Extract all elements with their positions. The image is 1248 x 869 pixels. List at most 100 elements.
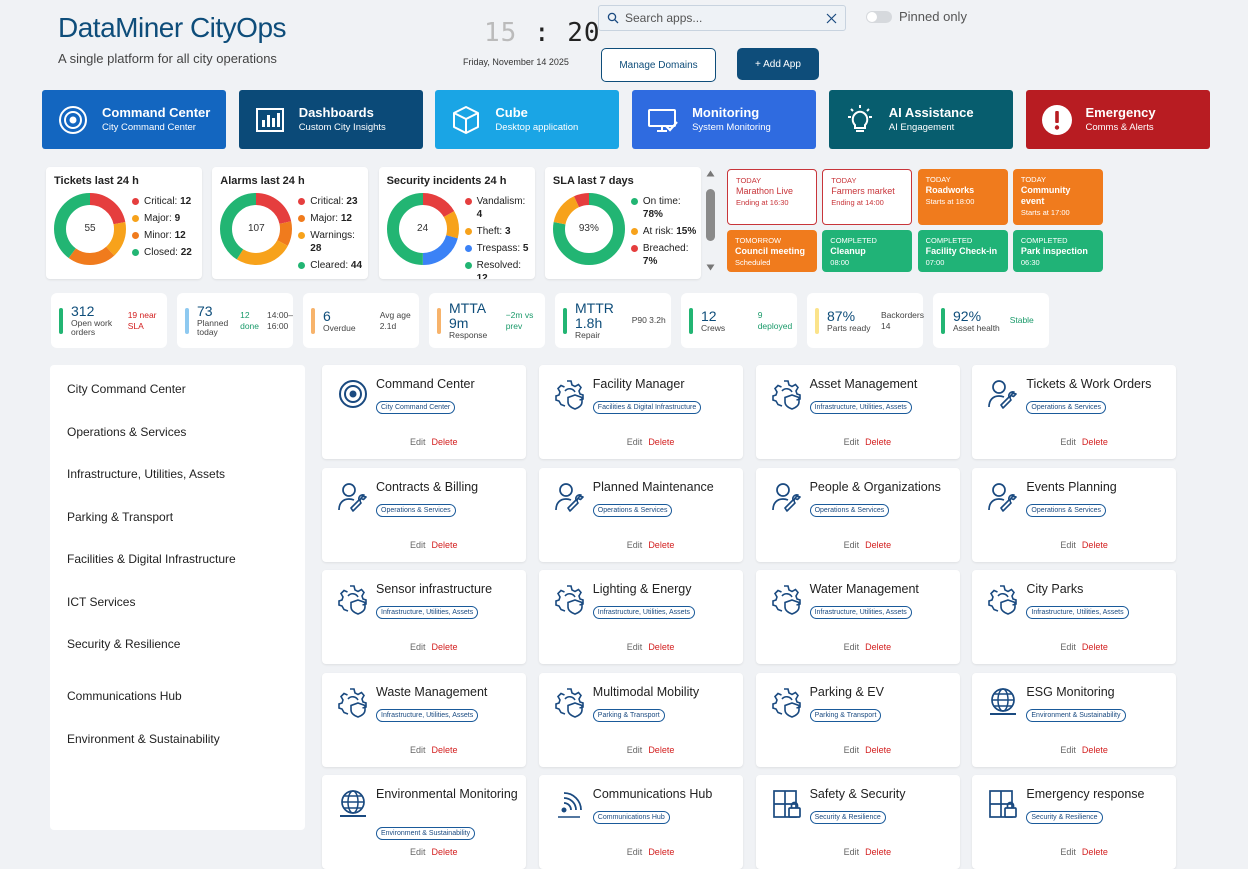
event-card[interactable]: TODAY Farmers market Ending at 14:00 xyxy=(822,169,913,225)
manage-domains-button[interactable]: Manage Domains xyxy=(601,48,716,82)
app-card[interactable]: Events Planning Operations & Services Edit… xyxy=(972,467,1177,562)
event-card[interactable]: TOMORROW Council meeting Scheduled xyxy=(727,230,817,272)
sidebar-item[interactable]: ICT Services xyxy=(67,595,135,609)
delete-button[interactable]: Delete xyxy=(648,847,674,857)
app-card[interactable]: Facility Manager Facilities & Digital Inf… xyxy=(538,365,743,459)
delete-button[interactable]: Delete xyxy=(648,745,674,755)
delete-button[interactable]: Delete xyxy=(432,642,458,652)
stat-extra: Backorders 14 xyxy=(881,309,924,331)
edit-button[interactable]: Edit xyxy=(627,847,643,857)
event-card[interactable]: COMPLETED Facility Check-in 07:00 xyxy=(917,230,1008,272)
app-card[interactable]: Communications Hub Communications Hub Edit… xyxy=(538,775,743,869)
app-card[interactable]: Asset Management Infrastructure, Utilitie… xyxy=(755,365,960,459)
app-actions: Edit Delete xyxy=(844,540,892,550)
edit-button[interactable]: Edit xyxy=(844,642,860,652)
edit-button[interactable]: Edit xyxy=(1060,540,1076,550)
pinned-only-toggle[interactable] xyxy=(866,11,892,23)
app-tag-wrap: Communications Hub xyxy=(592,806,670,824)
app-domain-tag: Security & Resilience xyxy=(1026,811,1103,824)
tile-ai-assistance[interactable]: AI Assistance AI Engagement xyxy=(828,90,1013,149)
edit-button[interactable]: Edit xyxy=(410,745,426,755)
tile-command-center[interactable]: Command Center City Command Center xyxy=(42,90,226,149)
scroll-up-icon[interactable] xyxy=(706,170,715,177)
delete-button[interactable]: Delete xyxy=(1082,437,1108,447)
edit-button[interactable]: Edit xyxy=(844,540,860,550)
edit-button[interactable]: Edit xyxy=(844,847,860,857)
app-card[interactable]: City Parks Infrastructure, Utilities, Ass… xyxy=(972,570,1177,664)
app-card[interactable]: Sensor infrastructure Infrastructure, Uti… xyxy=(322,570,526,664)
sidebar-item[interactable]: Parking & Transport xyxy=(67,510,173,524)
clear-search-icon[interactable] xyxy=(826,13,837,24)
delete-button[interactable]: Delete xyxy=(1082,745,1108,755)
sidebar-item[interactable]: City Command Center xyxy=(67,382,186,396)
delete-button[interactable]: Delete xyxy=(865,437,891,447)
app-card[interactable]: Parking & EV Parking & Transport Edit Delet… xyxy=(755,672,960,767)
delete-button[interactable]: Delete xyxy=(432,540,458,550)
app-card[interactable]: Contracts & Billing Operations & Services… xyxy=(322,467,526,562)
scrollbar-thumb[interactable] xyxy=(706,189,715,241)
event-card[interactable]: TODAY Community event Starts at 17:00 xyxy=(1012,169,1103,225)
delete-button[interactable]: Delete xyxy=(865,745,891,755)
stat-extra: Avg age 2.1d xyxy=(379,309,411,331)
delete-button[interactable]: Delete xyxy=(648,642,674,652)
edit-button[interactable]: Edit xyxy=(627,437,643,447)
edit-button[interactable]: Edit xyxy=(1060,642,1076,652)
edit-button[interactable]: Edit xyxy=(627,745,643,755)
app-card[interactable]: Tickets & Work Orders Operations & Servic… xyxy=(972,365,1177,459)
sidebar-item[interactable]: Operations & Services xyxy=(67,425,186,439)
edit-button[interactable]: Edit xyxy=(1060,847,1076,857)
delete-button[interactable]: Delete xyxy=(648,540,674,550)
event-card[interactable]: TODAY Marathon Live Ending at 16:30 xyxy=(727,169,817,225)
event-card[interactable]: COMPLETED Cleanup 08:00 xyxy=(822,230,913,272)
app-card[interactable]: Safety & Security Security & Resilience Ed… xyxy=(755,775,960,869)
app-card[interactable]: People & Organizations Operations & Servi… xyxy=(755,467,960,562)
delete-button[interactable]: Delete xyxy=(865,540,891,550)
add-app-button[interactable]: + Add App xyxy=(737,48,819,80)
delete-button[interactable]: Delete xyxy=(432,847,458,857)
app-card[interactable]: Environmental Monitoring Environment & Su… xyxy=(322,775,526,869)
tile-monitoring[interactable]: Monitoring System Monitoring xyxy=(632,90,817,149)
app-card[interactable]: Emergency response Security & Resilience E… xyxy=(972,775,1177,869)
edit-button[interactable]: Edit xyxy=(627,642,643,652)
stat-indicator-bar xyxy=(437,307,441,334)
edit-button[interactable]: Edit xyxy=(844,437,860,447)
kpi-scrollbar[interactable] xyxy=(704,167,717,275)
delete-button[interactable]: Delete xyxy=(648,437,674,447)
app-card[interactable]: ESG Monitoring Environment & Sustainabili… xyxy=(972,672,1177,767)
delete-button[interactable]: Delete xyxy=(1082,540,1108,550)
event-card[interactable]: COMPLETED Park inspection 06:30 xyxy=(1012,230,1103,272)
edit-button[interactable]: Edit xyxy=(410,642,426,652)
edit-button[interactable]: Edit xyxy=(844,745,860,755)
app-card[interactable]: Waste Management Infrastructure, Utilitie… xyxy=(322,672,526,767)
delete-button[interactable]: Delete xyxy=(865,642,891,652)
edit-button[interactable]: Edit xyxy=(627,540,643,550)
search-box[interactable] xyxy=(598,5,846,31)
search-input[interactable] xyxy=(625,11,820,25)
sidebar-item[interactable]: Infrastructure, Utilities, Assets xyxy=(67,467,225,481)
delete-button[interactable]: Delete xyxy=(865,847,891,857)
sidebar-item[interactable]: Facilities & Digital Infrastructure xyxy=(67,552,236,566)
app-card[interactable]: Water Management Infrastructure, Utilitie… xyxy=(755,570,960,664)
edit-button[interactable]: Edit xyxy=(410,540,426,550)
delete-button[interactable]: Delete xyxy=(1082,642,1108,652)
delete-button[interactable]: Delete xyxy=(432,437,458,447)
app-card[interactable]: Planned Maintenance Operations & Services… xyxy=(538,467,743,562)
edit-button[interactable]: Edit xyxy=(410,437,426,447)
app-card[interactable]: Lighting & Energy Infrastructure, Utiliti… xyxy=(538,570,743,664)
event-card[interactable]: TODAY Roadworks Starts at 18:00 xyxy=(917,169,1008,225)
edit-button[interactable]: Edit xyxy=(410,847,426,857)
app-card[interactable]: Multimodal Mobility Parking & Transport Ed… xyxy=(538,672,743,767)
app-card[interactable]: Command Center City Command Center Edit Del… xyxy=(322,365,526,459)
sidebar-item[interactable]: Environment & Sustainability xyxy=(67,732,220,746)
tile-cube[interactable]: Cube Desktop application xyxy=(435,90,620,149)
sidebar-item[interactable]: Communications Hub xyxy=(67,689,182,703)
tile-dashboards[interactable]: Dashboards Custom City Insights xyxy=(238,90,423,149)
scroll-down-icon[interactable] xyxy=(706,264,715,271)
tile-emergency[interactable]: Emergency Comms & Alerts xyxy=(1025,90,1210,149)
delete-button[interactable]: Delete xyxy=(432,745,458,755)
edit-button[interactable]: Edit xyxy=(1060,437,1076,447)
legend-value: 7% xyxy=(642,256,658,267)
sidebar-item[interactable]: Security & Resilience xyxy=(67,637,180,651)
delete-button[interactable]: Delete xyxy=(1082,847,1108,857)
edit-button[interactable]: Edit xyxy=(1060,745,1076,755)
